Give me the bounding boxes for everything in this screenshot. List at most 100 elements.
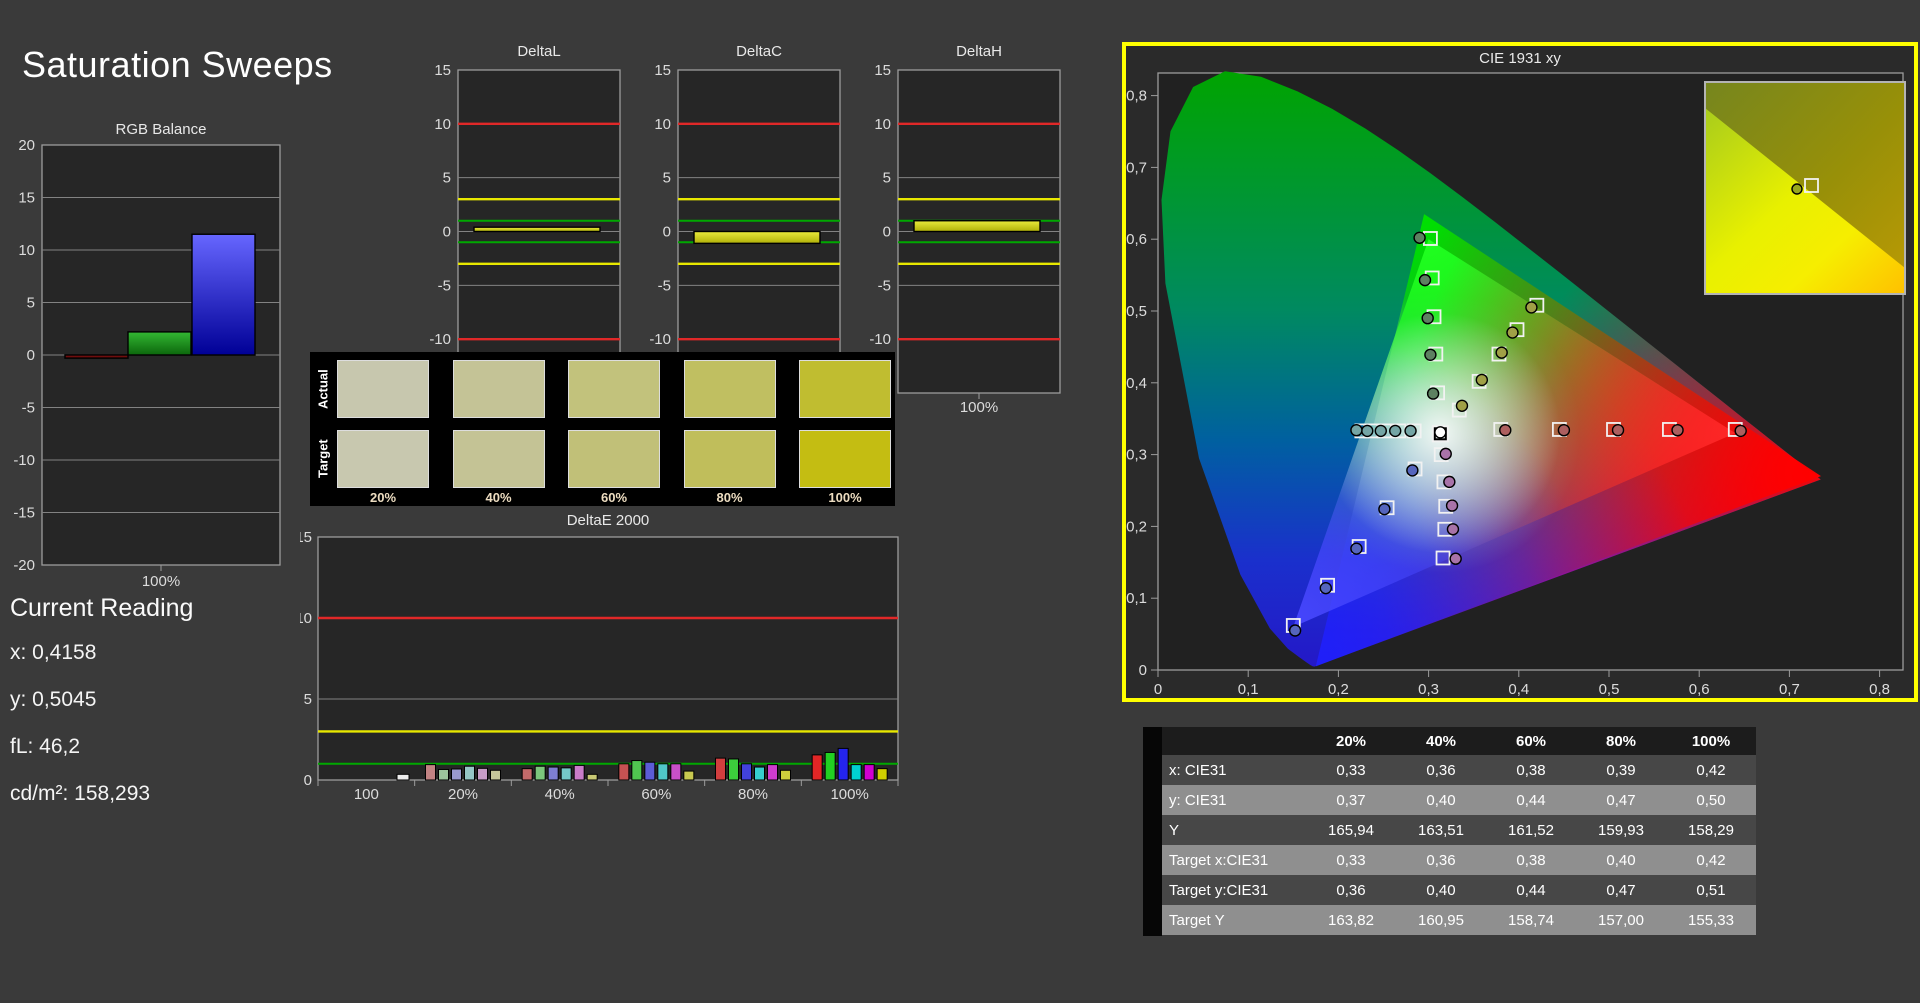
svg-text:-10: -10 <box>429 331 451 348</box>
table-col-header-80%: 80% <box>1605 732 1637 750</box>
deltae-xlabel-100%: 100% <box>830 786 868 803</box>
deltae-bar <box>438 768 449 781</box>
table-cell: 0,38 <box>1516 761 1546 779</box>
svg-text:0: 0 <box>443 224 451 241</box>
cie-inset <box>1704 81 1906 295</box>
swatch-col-label-80%: 80% <box>716 490 743 505</box>
cie-measured-cyan <box>1404 424 1417 438</box>
table-cell: 160,95 <box>1418 911 1464 929</box>
cie-measured-magenta <box>1445 499 1459 512</box>
swatch-col-label-100%: 100% <box>828 490 862 505</box>
cie-xtick: 0,2 <box>1328 681 1349 698</box>
cie-measured-blue <box>1319 581 1332 595</box>
cie-xtick: 0,6 <box>1689 681 1710 698</box>
cie-ytick: 0 <box>1139 662 1147 679</box>
deltae-bar <box>573 764 585 781</box>
rgb-chart-title: RGB Balance <box>116 121 207 138</box>
cie-measured-red <box>1734 424 1747 438</box>
cie-measured-red <box>1671 423 1684 437</box>
delta-e-2000-chart: DeltaE 200005101510020%40%60%80%100% <box>300 512 899 803</box>
table-cell: 155,33 <box>1688 911 1734 929</box>
cie-measured-cyan <box>1350 423 1363 437</box>
table-row-y: Y 165,94 163,51 161,52 159,93 158,29 <box>1162 815 1756 845</box>
cie-ytick: 0,8 <box>1126 88 1147 105</box>
table-cell: 163,51 <box>1418 821 1464 839</box>
rgb-bar-red <box>64 354 129 359</box>
deltae-bar <box>586 773 598 781</box>
svg-text:15: 15 <box>434 62 451 79</box>
table-cell: 0,36 <box>1426 761 1456 779</box>
deltah-title: DeltaH <box>956 43 1002 60</box>
deltae-bar <box>547 766 559 781</box>
cie-title: CIE 1931 xy <box>1479 50 1561 67</box>
table-row-label: Target y:CIE31 <box>1169 881 1269 899</box>
cie-measured-cyan <box>1361 424 1374 438</box>
cie-measured-blue <box>1288 624 1302 637</box>
table-row-y-cie31: y: CIE31 0,37 0,40 0,44 0,47 0,50 <box>1162 785 1756 815</box>
cie-xtick: 0,5 <box>1599 681 1620 698</box>
cie-measured-yellow <box>1495 346 1508 359</box>
deltae-bar <box>670 763 682 781</box>
cie-measured-red <box>1611 423 1625 437</box>
cie-measured-cyan <box>1374 424 1387 438</box>
table-cell: 0,36 <box>1336 881 1366 899</box>
deltae-bar <box>560 767 572 781</box>
cie-measured-green <box>1418 273 1432 287</box>
deltae-bar <box>767 764 778 781</box>
cie-measured-yellow <box>1455 399 1469 412</box>
svg-text:10: 10 <box>874 116 891 133</box>
table-cell: 0,40 <box>1606 851 1636 869</box>
deltae-bar <box>824 751 836 781</box>
table-cell: 0,44 <box>1516 791 1546 809</box>
svg-text:-5: -5 <box>658 277 671 294</box>
table-cell: 0,44 <box>1516 881 1546 899</box>
svg-text:15: 15 <box>300 529 312 546</box>
deltae-bar <box>780 769 791 781</box>
table-col-header-60%: 60% <box>1515 732 1547 750</box>
table-col-header-100%: 100% <box>1691 732 1731 750</box>
cie-measured-yellow <box>1506 326 1519 339</box>
deltal-bar <box>473 226 601 233</box>
table-row-label: Y <box>1169 821 1180 839</box>
rgb-ytick: 15 <box>18 190 35 207</box>
deltae-bar <box>425 764 436 781</box>
cie-measured-magenta <box>1446 523 1460 536</box>
target-swatch-40% <box>452 430 545 488</box>
table-row-label: Target x:CIE31 <box>1169 851 1269 869</box>
cie-ytick: 0,5 <box>1126 303 1147 320</box>
deltae-bar <box>451 768 462 781</box>
cie-ytick: 0,3 <box>1126 447 1147 464</box>
rgb-xlabel: 100% <box>142 573 180 590</box>
cie-ytick: 0,1 <box>1126 590 1147 607</box>
rgb-ytick: 0 <box>27 347 35 364</box>
table-cell: 0,37 <box>1336 791 1366 809</box>
deltal-title: DeltaL <box>517 43 560 60</box>
cie-xtick: 0,1 <box>1238 681 1259 698</box>
table-cell: 0,33 <box>1336 761 1366 779</box>
actual-swatch-40% <box>452 360 545 418</box>
cie-ytick: 0,6 <box>1126 231 1147 248</box>
cie-xtick: 0,7 <box>1779 681 1800 698</box>
actual-swatch-60% <box>568 360 660 418</box>
deltae-bar <box>464 765 475 781</box>
actual-swatch-100% <box>799 360 891 418</box>
cie-measured-blue <box>1378 502 1391 516</box>
table-row-target-y: Target Y 163,82 160,95 158,74 157,00 155,33 <box>1162 905 1756 935</box>
deltae-bar <box>728 758 739 781</box>
cie-measured-green <box>1421 311 1434 325</box>
cie-measured-magenta <box>1449 552 1462 565</box>
deltae-bar <box>534 765 546 781</box>
page-title: Saturation Sweeps <box>22 44 333 85</box>
table-row-label: x: CIE31 <box>1169 761 1227 779</box>
table-cell: 0,42 <box>1696 851 1726 869</box>
table-row-x-cie31: x: CIE31 0,33 0,36 0,38 0,39 0,42 <box>1162 755 1756 785</box>
deltae-xlabel-60%: 60% <box>641 786 671 803</box>
cie-1931-xy-chart: CIE 1931 xy 0 0,1 0,2 0,3 0,4 0,5 0,6 0,7 0,8 0 0,1… <box>1122 42 1918 702</box>
table-cell: 0,47 <box>1606 881 1636 899</box>
table-cell: 0,47 <box>1606 791 1636 809</box>
cie-ytick: 0,4 <box>1126 375 1147 392</box>
deltae-bar <box>396 773 410 781</box>
deltae-bar <box>521 768 533 781</box>
deltae-bar <box>644 761 656 781</box>
table-cell: 0,38 <box>1516 851 1546 869</box>
